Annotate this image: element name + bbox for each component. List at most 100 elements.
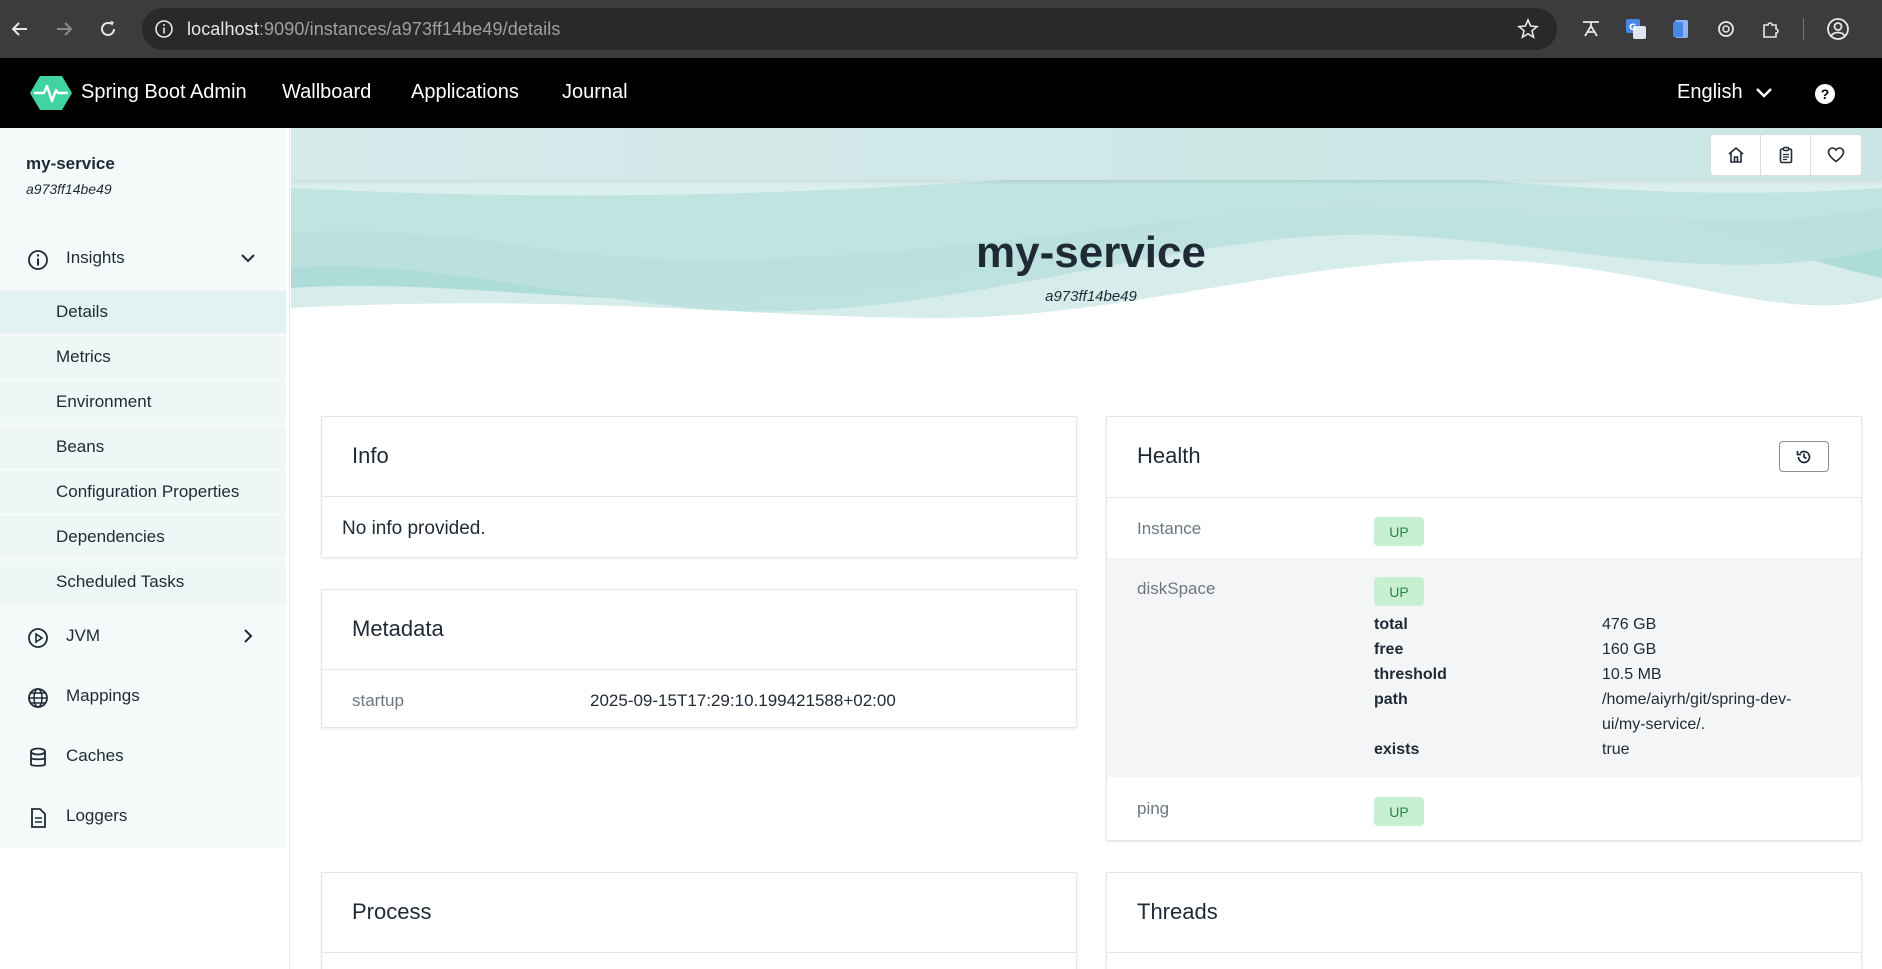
heart-icon[interactable]	[1811, 135, 1861, 175]
openai-extension-icon[interactable]	[1713, 16, 1739, 42]
globe-icon	[26, 686, 50, 710]
disk-path-value-line-2: ui/my-service/.	[1602, 716, 1706, 733]
svg-text:G: G	[1629, 23, 1636, 33]
info-card-title: Info	[352, 443, 389, 468]
sidebar-item-metrics[interactable]: Metrics	[0, 336, 286, 378]
metadata-value: 2025-09-15T17:29:10.199421588+02:00	[590, 691, 896, 710]
sidebar: my-service a973ff14be49 Insights Details…	[0, 128, 290, 969]
sidebar-item-details[interactable]: Details	[0, 291, 286, 333]
address-bar[interactable]: localhost:9090/instances/a973ff14be49/de…	[142, 8, 1557, 50]
google-translate-icon[interactable]: G	[1623, 16, 1649, 42]
sidebar-item-caches[interactable]: Caches	[0, 732, 286, 782]
metadata-key: startup	[352, 691, 404, 710]
disk-path-value-line-1: /home/aiyrh/git/spring-dev-	[1602, 691, 1792, 708]
clipboard-icon[interactable]	[1761, 135, 1811, 175]
brand-name[interactable]: Spring Boot Admin	[81, 81, 247, 104]
instance-action-buttons	[1710, 134, 1862, 176]
chevron-right-icon	[240, 628, 256, 644]
disk-exists-value: true	[1602, 741, 1630, 758]
health-diskspace-row	[1107, 558, 1861, 777]
site-info-icon[interactable]	[154, 19, 174, 39]
sidebar-item-loggers-label: Loggers	[66, 806, 128, 825]
sidebar-nav: my-service a973ff14be49 Insights Details…	[0, 128, 286, 848]
sidebar-item-label: Scheduled Tasks	[56, 572, 185, 591]
status-badge: UP	[1374, 797, 1424, 826]
help-icon[interactable]: ?	[1815, 84, 1835, 104]
page-title: my-service	[976, 228, 1206, 277]
sidebar-item-label: Environment	[56, 392, 152, 411]
toolbar-divider	[1803, 18, 1804, 40]
language-label: English	[1677, 81, 1743, 103]
health-card: Health Instance UP diskSpace UP total 47…	[1106, 416, 1862, 841]
nav-journal[interactable]: Journal	[562, 81, 628, 104]
metadata-card-header: Metadata	[322, 590, 1076, 670]
health-diskspace-label: diskSpace	[1137, 579, 1216, 598]
browser-toolbar: localhost:9090/instances/a973ff14be49/de…	[0, 0, 1882, 58]
process-card-header: Process	[322, 873, 1076, 953]
sidebar-item-beans[interactable]: Beans	[0, 426, 286, 468]
disk-threshold-key: threshold	[1374, 666, 1447, 683]
docs-extension-icon[interactable]	[1668, 16, 1694, 42]
history-icon	[1796, 450, 1811, 463]
translate-extension-icon[interactable]	[1578, 16, 1604, 42]
disk-total-key: total	[1374, 616, 1408, 633]
spring-boot-admin-logo-icon[interactable]	[30, 74, 72, 112]
sidebar-item-environment[interactable]: Environment	[0, 381, 286, 423]
sidebar-item-loggers[interactable]: Loggers	[0, 792, 286, 842]
bookmark-star-icon[interactable]	[1517, 17, 1539, 40]
process-card-title: Process	[352, 899, 432, 924]
language-select[interactable]: English	[1677, 81, 1773, 104]
threads-card: Threads	[1106, 872, 1862, 969]
sidebar-item-mappings-label: Mappings	[66, 686, 140, 705]
sidebar-group-jvm[interactable]: JVM	[0, 612, 286, 662]
sidebar-item-label: Metrics	[56, 347, 111, 366]
disk-free-key: free	[1374, 641, 1404, 658]
threads-card-title: Threads	[1137, 899, 1218, 924]
sidebar-item-label: Configuration Properties	[56, 482, 240, 501]
play-circle-icon	[26, 626, 50, 650]
url-path: :9090/instances/a973ff14be49/details	[258, 19, 561, 39]
main-content: my-service a973ff14be49 Info No info pro…	[291, 128, 1882, 969]
disk-path-key: path	[1374, 691, 1408, 708]
reload-icon[interactable]	[96, 17, 120, 41]
url-host: localhost	[187, 19, 259, 39]
sidebar-group-insights[interactable]: Insights	[0, 234, 286, 284]
info-message: No info provided.	[342, 518, 486, 539]
info-card: Info No info provided.	[321, 416, 1077, 558]
sidebar-item-label: Dependencies	[56, 527, 165, 546]
extensions-puzzle-icon[interactable]	[1758, 16, 1784, 42]
sidebar-item-scheduled-tasks[interactable]: Scheduled Tasks	[0, 561, 286, 603]
sidebar-item-label: Beans	[56, 437, 105, 456]
sidebar-item-dependencies[interactable]: Dependencies	[0, 516, 286, 558]
home-icon[interactable]	[1711, 135, 1761, 175]
back-icon[interactable]	[8, 17, 32, 41]
sidebar-app-id: a973ff14be49	[26, 181, 112, 197]
file-text-icon	[26, 806, 50, 830]
sidebar-item-label: Details	[56, 302, 108, 321]
disk-exists-key: exists	[1374, 741, 1420, 758]
status-badge: UP	[1374, 577, 1424, 606]
nav-wallboard[interactable]: Wallboard	[282, 81, 371, 104]
sidebar-item-configuration-properties[interactable]: Configuration Properties	[0, 471, 286, 513]
metadata-card: Metadata startup 2025-09-15T17:29:10.199…	[321, 589, 1077, 728]
hero-toolbar	[291, 128, 1882, 180]
history-button[interactable]	[1779, 441, 1829, 472]
hero-banner: my-service a973ff14be49	[291, 128, 1882, 338]
health-instance-label: Instance	[1137, 519, 1202, 538]
profile-avatar-icon[interactable]	[1825, 16, 1851, 42]
app-header: Spring Boot Admin Wallboard Applications…	[0, 58, 1882, 128]
health-ping-label: ping	[1137, 799, 1170, 818]
page-subtitle: a973ff14be49	[1045, 288, 1137, 305]
disk-total-value: 476 GB	[1602, 616, 1657, 633]
nav-applications[interactable]: Applications	[411, 81, 519, 104]
sidebar-group-insights-label: Insights	[66, 248, 125, 267]
status-badge: UP	[1374, 517, 1424, 546]
sidebar-item-caches-label: Caches	[66, 746, 124, 765]
threads-card-header: Threads	[1107, 873, 1861, 953]
disk-threshold-value: 10.5 MB	[1602, 666, 1662, 683]
forward-icon[interactable]	[52, 17, 76, 41]
info-card-header: Info	[322, 417, 1076, 497]
sidebar-item-mappings[interactable]: Mappings	[0, 672, 286, 722]
url-text: localhost:9090/instances/a973ff14be49/de…	[187, 19, 560, 40]
health-card-title: Health	[1137, 443, 1201, 468]
